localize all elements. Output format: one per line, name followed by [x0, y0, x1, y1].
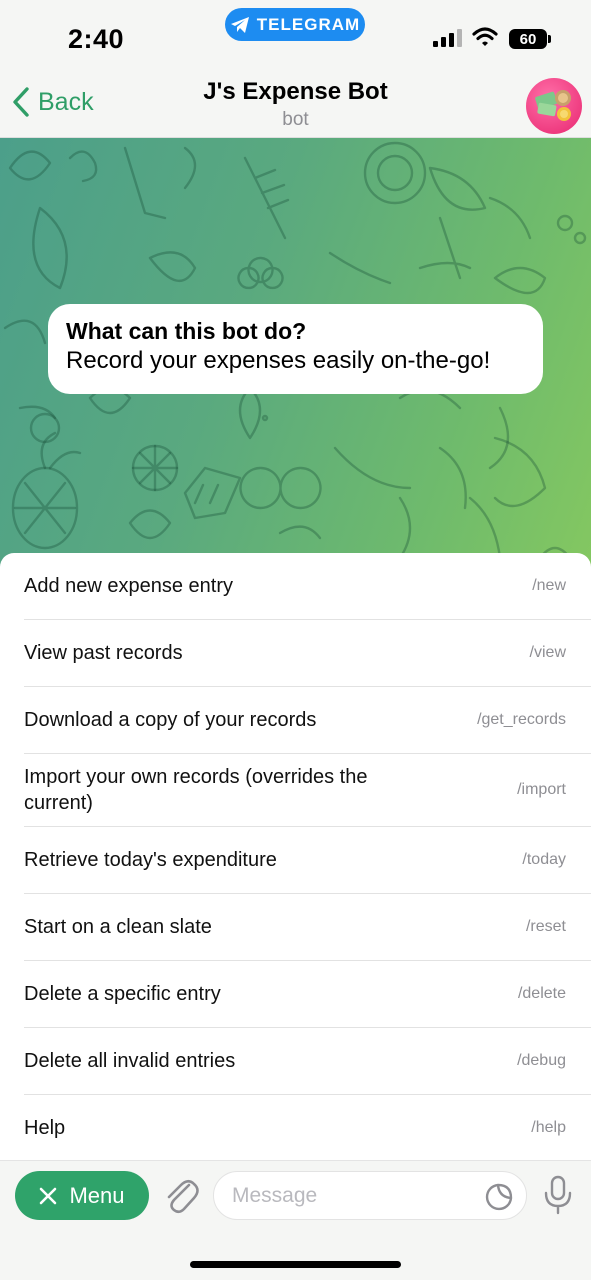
- command-item[interactable]: Import your own records (overrides the c…: [24, 754, 591, 827]
- bot-avatar[interactable]: [526, 78, 582, 134]
- telegram-plane-icon: [230, 16, 249, 33]
- home-indicator: [190, 1261, 401, 1268]
- command-item[interactable]: Delete all invalid entries /debug: [24, 1028, 591, 1095]
- menu-label: Menu: [69, 1182, 125, 1208]
- command-list: Add new expense entry /new View past rec…: [0, 553, 591, 1160]
- command-code: /delete: [517, 985, 566, 1002]
- command-item[interactable]: Add new expense entry /new: [24, 553, 591, 620]
- wifi-icon: [472, 27, 498, 46]
- command-item[interactable]: Start on a clean slate /reset: [24, 894, 591, 961]
- message-placeholder: Message: [232, 1183, 318, 1207]
- top-bar: 2:40 TELEGRAM 60 Back J's Expense Bot bo…: [0, 0, 591, 138]
- command-code: /help: [531, 1118, 566, 1136]
- command-code: /import: [517, 781, 566, 798]
- command-code: /debug: [517, 1052, 566, 1069]
- command-item[interactable]: Help /help: [24, 1095, 591, 1160]
- command-item[interactable]: Delete a specific entry /delete: [24, 961, 591, 1028]
- command-description: View past records: [24, 642, 183, 664]
- message-input[interactable]: Message: [213, 1171, 527, 1220]
- command-description: Start on a clean slate: [24, 916, 212, 938]
- menu-button[interactable]: Menu: [15, 1171, 149, 1220]
- paperclip-icon[interactable]: [163, 1175, 199, 1215]
- command-description: Help: [24, 1116, 66, 1139]
- command-description: Import your own records (overrides the c…: [24, 766, 368, 814]
- battery-cap: [548, 35, 551, 43]
- input-bar: Menu Message: [0, 1160, 591, 1280]
- command-item[interactable]: Download a copy of your records /get_rec…: [24, 687, 591, 754]
- telegram-pill[interactable]: TELEGRAM: [225, 8, 365, 41]
- command-code: /reset: [525, 918, 566, 935]
- chat-subtitle: bot: [282, 109, 309, 130]
- bot-description-bubble: What can this bot do? Record your expens…: [48, 304, 543, 394]
- signal-icon: [433, 29, 462, 47]
- command-code: /today: [522, 851, 566, 868]
- avatar-image: [535, 90, 571, 121]
- command-description: Delete a specific entry: [24, 983, 221, 1005]
- command-code: /get_records: [477, 711, 566, 728]
- bot-description-heading: What can this bot do?: [66, 318, 307, 344]
- command-description: Download a copy of your records: [24, 709, 317, 731]
- command-description: Add new expense entry: [24, 575, 234, 597]
- bot-description-text: Record your expenses easily on-the-go!: [66, 347, 491, 374]
- battery-icon: 60: [509, 29, 547, 49]
- command-description: Retrieve today's expenditure: [24, 849, 277, 871]
- command-code: /view: [529, 644, 566, 661]
- command-code: /new: [532, 577, 566, 594]
- status-time: 2:40: [68, 24, 125, 54]
- chat-background: What can this bot do? Record your expens…: [0, 138, 591, 598]
- close-icon: [40, 1187, 57, 1204]
- chat-title[interactable]: J's Expense Bot: [0, 78, 591, 106]
- command-item[interactable]: View past records /view: [24, 620, 591, 687]
- telegram-pill-label: TELEGRAM: [256, 14, 361, 34]
- sticker-icon[interactable]: [484, 1182, 514, 1212]
- command-description: Delete all invalid entries: [24, 1050, 236, 1072]
- microphone-icon[interactable]: [543, 1175, 573, 1215]
- command-item[interactable]: Retrieve today's expenditure /today: [24, 827, 591, 894]
